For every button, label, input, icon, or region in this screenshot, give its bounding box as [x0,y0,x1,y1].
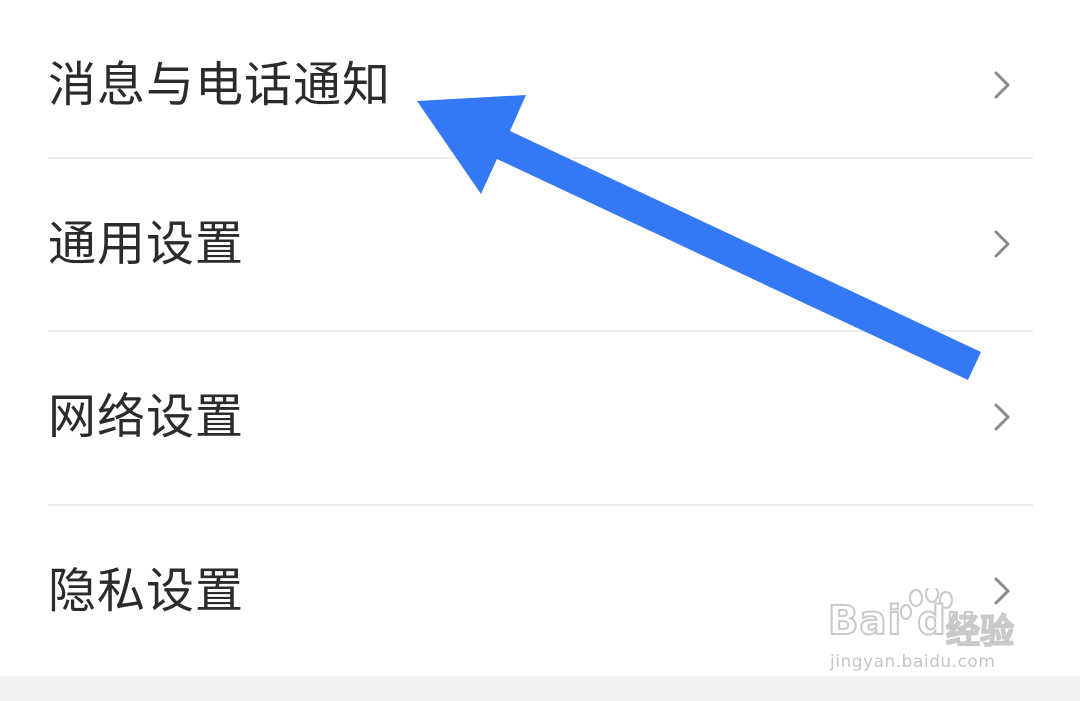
settings-item-privacy-settings[interactable]: 隐私设置 [0,506,1080,676]
chevron-right-icon [994,577,1010,605]
settings-item-label: 消息与电话通知 [48,57,392,113]
bottom-band [0,676,1080,701]
settings-item-label: 隐私设置 [48,563,245,619]
chevron-right-icon [994,230,1010,258]
chevron-right-icon [994,403,1010,431]
settings-item-message-call-notifications[interactable]: 消息与电话通知 [0,0,1080,170]
settings-item-label: 网络设置 [48,389,245,445]
chevron-right-icon [994,71,1010,99]
settings-item-general-settings[interactable]: 通用设置 [0,159,1080,329]
settings-item-network-settings[interactable]: 网络设置 [0,332,1080,502]
settings-list: 消息与电话通知 通用设置 网络设置 隐私设置 [0,0,1080,676]
settings-item-label: 通用设置 [48,216,245,272]
